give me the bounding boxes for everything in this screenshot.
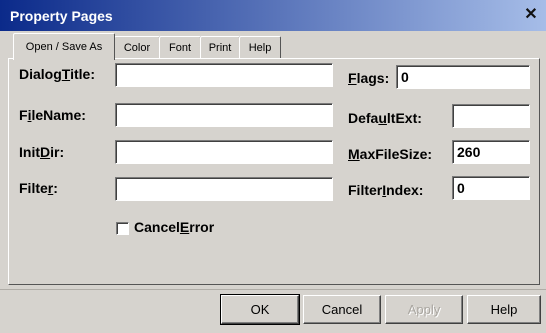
cancel-error-label[interactable]: CancelError: [134, 219, 214, 235]
cancel-error-checkbox[interactable]: [116, 222, 129, 235]
file-name-input[interactable]: [115, 103, 333, 127]
tab-label: Print: [208, 42, 232, 54]
tab-color[interactable]: Color: [114, 36, 160, 59]
dialog-title-input[interactable]: [115, 63, 333, 87]
init-dir-label: InitDir:: [19, 144, 65, 160]
cancel-button[interactable]: Cancel: [303, 295, 381, 324]
tab-label: Color: [123, 42, 151, 54]
tab-help[interactable]: Help: [239, 36, 281, 59]
tab-label: Help: [248, 42, 272, 54]
window-title: Property Pages: [10, 8, 113, 24]
tab-print[interactable]: Print: [200, 36, 240, 59]
filter-input[interactable]: [115, 177, 333, 201]
ok-button[interactable]: OK: [220, 294, 300, 325]
filter-label: Filter:: [19, 180, 58, 196]
tab-open-save-as[interactable]: Open / Save As: [13, 33, 115, 60]
tab-font[interactable]: Font: [159, 36, 201, 59]
dialog-title-label: DialogTitle:: [19, 66, 95, 82]
filter-index-input[interactable]: 0: [452, 176, 530, 200]
tab-panel-open-save-as: [8, 58, 540, 285]
tab-label: Font: [168, 42, 191, 54]
flags-label: Flags:: [348, 70, 390, 86]
help-button[interactable]: Help: [467, 295, 541, 324]
title-bar[interactable]: Property Pages ✕: [0, 0, 546, 31]
apply-button: Apply: [385, 295, 463, 324]
close-icon[interactable]: ✕: [522, 6, 540, 24]
button-separator: [0, 289, 546, 290]
max-file-size-label: MaxFileSize:: [348, 146, 433, 162]
tab-label: Open / Save As: [25, 41, 103, 53]
flags-input[interactable]: 0: [396, 65, 530, 89]
init-dir-input[interactable]: [115, 140, 333, 164]
default-ext-input[interactable]: [452, 104, 530, 128]
filter-index-label: FilterIndex:: [348, 182, 424, 198]
property-pages-window: Property Pages ✕ Open / Save As Color Fo…: [0, 0, 546, 333]
max-file-size-input[interactable]: 260: [452, 140, 530, 164]
default-ext-label: DefaultExt:: [348, 110, 422, 126]
file-name-label: FileName:: [19, 107, 86, 123]
